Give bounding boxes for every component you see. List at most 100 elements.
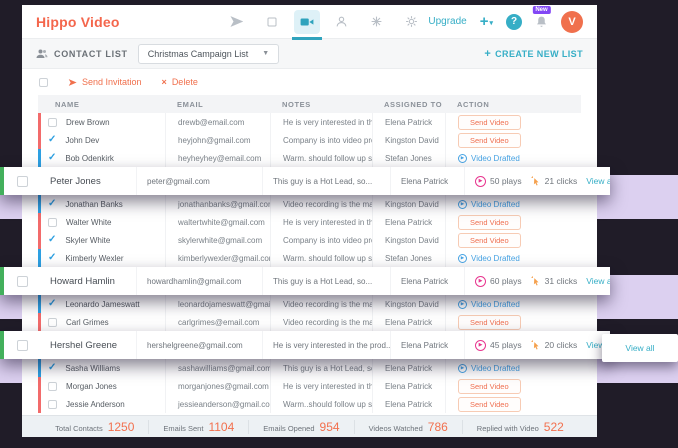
play-icon: ▶	[475, 340, 486, 351]
stop-icon[interactable]	[259, 10, 285, 34]
view-all-link[interactable]: View all	[586, 276, 610, 286]
name-cell: ✓ Leonardo Jameswatt	[38, 295, 165, 313]
column-header-notes: NOTES	[270, 100, 372, 109]
notes-cell: He is very interested in the prod...	[270, 113, 372, 131]
table-row: Morgan Jones morganjones@gmail.com He is…	[38, 377, 581, 395]
video-camera-icon[interactable]	[294, 10, 320, 34]
row-checkbox[interactable]	[17, 276, 28, 287]
help-button[interactable]: ?	[506, 14, 522, 30]
apps-icon[interactable]	[364, 10, 390, 34]
chevron-down-icon: ▾	[489, 20, 493, 27]
video-drafted-status[interactable]: ▶ Video Drafted	[458, 200, 520, 209]
email-cell: morganjones@gmail.com	[165, 377, 270, 395]
contact-name: Jessie Anderson	[66, 400, 125, 409]
column-header-assigned: ASSIGNED TO	[372, 100, 445, 109]
action-cell: Send Video	[445, 113, 581, 131]
row-color-bar	[38, 295, 41, 313]
row-checkbox[interactable]	[48, 382, 57, 391]
row-checkbox[interactable]	[48, 400, 57, 409]
row-color-bar	[38, 359, 41, 377]
notifications-bell-icon[interactable]: New	[535, 15, 548, 29]
email-cell: heyheyhey@email.com	[165, 149, 270, 167]
plays-stat: ▶ 50 plays	[475, 176, 522, 187]
assigned-cell: Elena Patrick	[372, 395, 445, 413]
play-icon: ▶	[458, 254, 467, 263]
row-checkbox[interactable]: ✓	[48, 235, 56, 245]
view-all-link[interactable]: View all	[586, 176, 610, 186]
name-cell: Carl Grimes	[38, 313, 165, 331]
play-icon: ▶	[458, 364, 467, 373]
click-cursor-icon	[531, 276, 541, 286]
list-selector[interactable]: Christmas Campaign List ▼	[138, 44, 279, 64]
row-checkbox[interactable]: ✓	[48, 253, 56, 263]
stat-value: 954	[320, 420, 340, 434]
footer-stat: Emails Opened 954	[248, 420, 353, 434]
table-row: ✓ Jonathan Banks jonathanbanks@gmail.com…	[38, 195, 581, 213]
name-cell: ✓ Kimberly Wexler	[38, 249, 165, 267]
row-checkbox[interactable]: ✓	[48, 199, 56, 209]
notes-cell: Video recording is the mai...	[270, 195, 372, 213]
send-video-button[interactable]: Send Video	[458, 133, 521, 148]
create-menu-button[interactable]: +▾	[480, 14, 493, 29]
email-cell: jonathanbanks@gmail.com	[165, 195, 270, 213]
table-row: Carl Grimes carlgrimes@email.com Video r…	[38, 313, 581, 331]
video-drafted-status[interactable]: ▶ Video Drafted	[458, 300, 520, 309]
action-cell: Send Video	[445, 377, 581, 395]
row-checkbox[interactable]: ✓	[48, 299, 56, 309]
stat-label: Emails Sent	[163, 424, 203, 433]
view-all-tooltip[interactable]: View all	[602, 334, 678, 362]
create-new-list-button[interactable]: + CREATE NEW LIST	[484, 48, 583, 60]
notes-cell: Warm..should follow up so...	[270, 395, 372, 413]
assigned-cell: Kingston David	[372, 195, 445, 213]
row-checkbox[interactable]: ✓	[48, 363, 56, 373]
contact-name: John Dev	[65, 136, 99, 145]
column-header-action: ACTION	[445, 100, 581, 109]
name-cell: ✓ Bob Odenkirk	[38, 149, 165, 167]
play-icon: ▶	[475, 276, 486, 287]
send-invitation-button[interactable]: Send Invitation	[68, 77, 142, 87]
row-checkbox[interactable]	[17, 176, 28, 187]
select-all-checkbox[interactable]	[39, 78, 48, 87]
video-drafted-status[interactable]: ▶ Video Drafted	[458, 154, 520, 163]
nav-right-group: Upgrade +▾ ? New V	[428, 11, 583, 33]
email-cell: waltertwhite@gmail.com	[165, 213, 270, 231]
video-drafted-status[interactable]: ▶ Video Drafted	[458, 254, 520, 263]
email-cell: drewb@email.com	[165, 113, 270, 131]
row-checkbox[interactable]	[48, 218, 57, 227]
send-video-button[interactable]: Send Video	[458, 233, 521, 248]
play-icon: ▶	[458, 300, 467, 309]
notes-cell: He is very interested in the prod...	[270, 213, 372, 231]
action-cell: Send Video	[445, 395, 581, 413]
row-checkbox[interactable]	[48, 118, 57, 127]
contact-name: Jonathan Banks	[65, 200, 122, 209]
send-video-button[interactable]: Send Video	[458, 379, 521, 394]
send-video-button[interactable]: Send Video	[458, 115, 521, 130]
footer-stat: Total Contacts 1250	[41, 420, 148, 434]
upgrade-link[interactable]: Upgrade	[428, 16, 466, 27]
row-checkbox[interactable]	[48, 318, 57, 327]
notes-cell: Company is into video produ...	[270, 131, 372, 149]
delete-button[interactable]: × Delete	[162, 77, 198, 87]
avatar[interactable]: V	[561, 11, 583, 33]
video-drafted-status[interactable]: ▶ Video Drafted	[458, 364, 520, 373]
row-color-bar	[38, 249, 41, 267]
send-icon[interactable]	[224, 10, 250, 34]
table-header: NAME EMAIL NOTES ASSIGNED TO ACTION	[38, 95, 581, 113]
contacts-icon[interactable]	[329, 10, 355, 34]
row-checkbox[interactable]: ✓	[48, 135, 56, 145]
send-video-button[interactable]: Send Video	[458, 397, 521, 412]
send-video-button[interactable]: Send Video	[458, 315, 521, 330]
settings-gear-icon[interactable]	[399, 10, 425, 34]
clicks-stat: 20 clicks	[531, 340, 578, 350]
engagement-stats: ▶ 50 plays 21 clicks View all	[464, 167, 610, 195]
contact-name: Peter Jones	[40, 167, 136, 195]
row-checkbox[interactable]: ✓	[48, 153, 56, 163]
row-checkbox[interactable]	[17, 340, 28, 351]
email-cell: carlgrimes@email.com	[165, 313, 270, 331]
name-cell: ✓ Sasha Williams	[38, 359, 165, 377]
send-icon	[68, 78, 77, 87]
assigned-cell: Elena Patrick	[390, 267, 464, 295]
send-video-button[interactable]: Send Video	[458, 215, 521, 230]
contact-name: Carl Grimes	[66, 318, 109, 327]
page-background: Hippo Video	[0, 0, 678, 448]
